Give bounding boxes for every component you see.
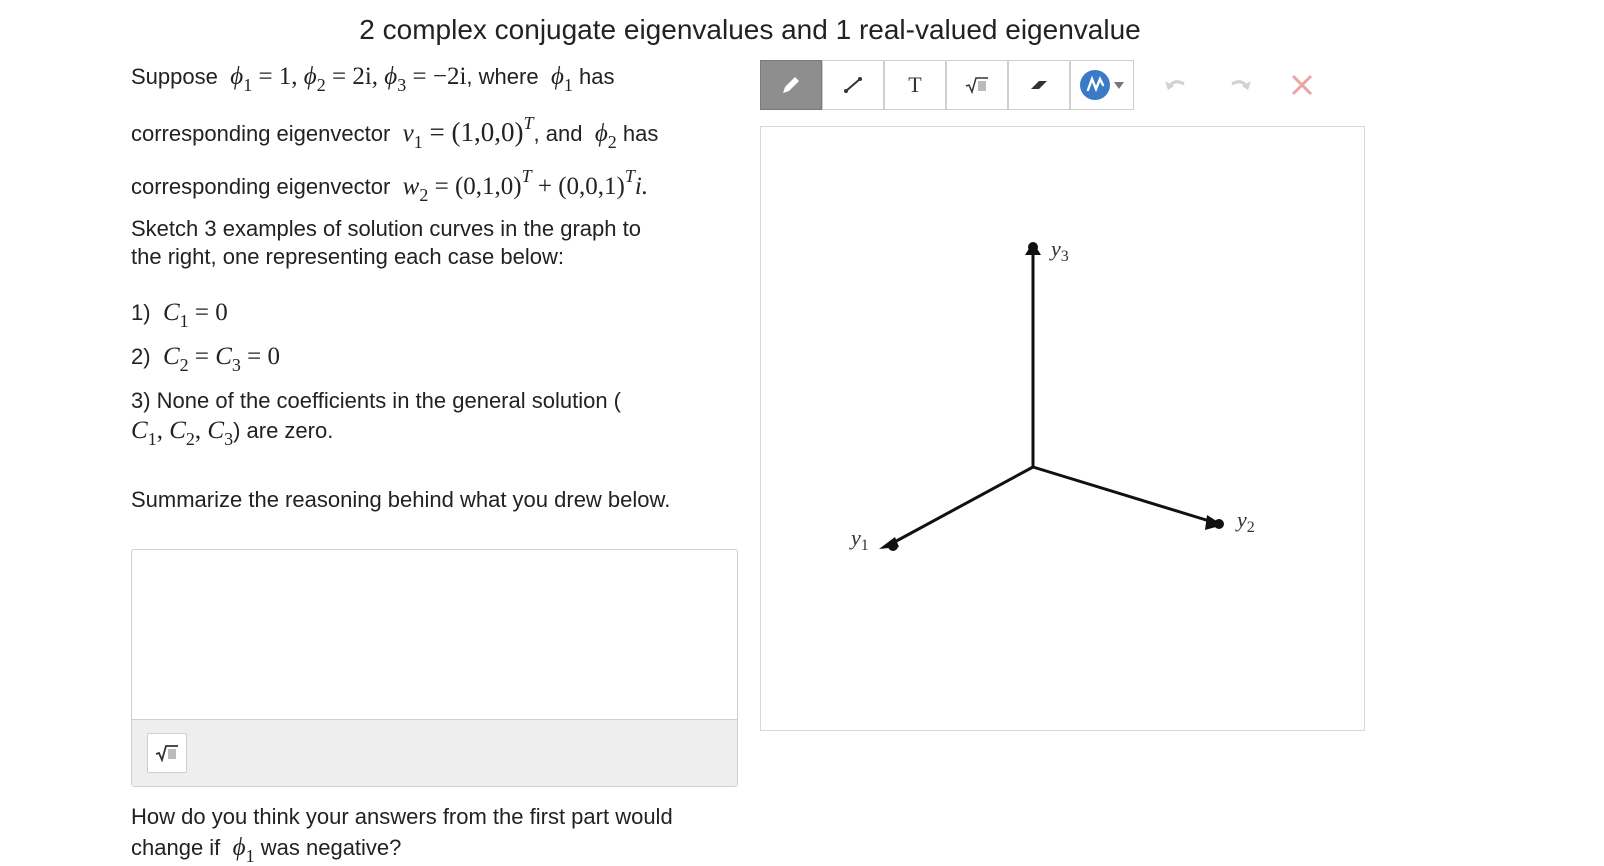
undo-button[interactable] — [1160, 70, 1190, 100]
phi-values: ϕ1 = 1, ϕ2 = 2i, ϕ3 = −2i — [230, 63, 467, 95]
y3-axis-dot — [1028, 242, 1038, 252]
w2-expression: w2 = (0,1,0)T + (0,0,1)Ti. — [402, 166, 649, 205]
math-tool[interactable] — [946, 60, 1008, 110]
has-word: has — [579, 64, 615, 89]
y3-label: y3 — [1049, 236, 1069, 265]
math-editor-button[interactable] — [147, 733, 187, 773]
line-w2: corresponding eigenvector w2 = (0,1,0)T … — [131, 166, 649, 205]
summarize-prompt: Summarize the reasoning behind what you … — [131, 487, 671, 512]
color-picker-tool[interactable] — [1070, 60, 1134, 110]
clear-icon — [1291, 74, 1313, 96]
y1-axis-dot — [888, 541, 898, 551]
case-3-coeffs: C1, C2, C3) are zero. — [131, 417, 334, 449]
answer-textarea[interactable] — [131, 549, 738, 787]
y2-axis — [1032, 465, 1217, 525]
undo-icon — [1165, 80, 1185, 90]
question2-line-2: change if ϕ1 was negative? — [131, 834, 402, 866]
y2-axis-dot — [1214, 519, 1224, 529]
drawing-canvas[interactable]: y3 y2 y1 — [760, 126, 1365, 731]
text-icon: T — [908, 72, 922, 97]
corr-eigvec-label-2: corresponding eigenvector — [131, 174, 391, 199]
has2-word: has — [622, 121, 659, 146]
where-word: , where — [466, 64, 539, 89]
corr-eigvec-label: corresponding eigenvector — [131, 121, 391, 146]
text-tool[interactable]: T — [884, 60, 946, 110]
phi2-symbol: ϕ2 — [594, 120, 617, 152]
redo-button[interactable] — [1226, 70, 1256, 100]
axes-diagram: y3 y2 y1 — [849, 236, 1255, 554]
line-v1: corresponding eigenvector v1 = (1,0,0)T,… — [131, 113, 659, 152]
sketch-line-1: Sketch 3 examples of solution curves in … — [131, 216, 641, 241]
pencil-icon — [783, 77, 799, 93]
pencil-tool[interactable] — [760, 60, 822, 110]
question2-line-1: How do you think your answers from the f… — [131, 804, 673, 829]
answer-toolbar — [132, 719, 737, 786]
clear-button[interactable] — [1287, 70, 1317, 100]
redo-icon — [1231, 80, 1251, 90]
color-picker-icon — [1080, 70, 1124, 100]
line-icon — [844, 77, 862, 93]
case-2: 2) C2 = C3 = 0 — [131, 343, 281, 375]
line-suppose: Suppose ϕ1 = 1, ϕ2 = 2i, ϕ3 = −2i, where… — [131, 62, 615, 95]
sketch-line-2: the right, one representing each case be… — [131, 244, 564, 269]
sqrt-icon — [965, 77, 988, 94]
eraser-icon — [1031, 81, 1047, 89]
page-title: 2 complex conjugate eigenvalues and 1 re… — [359, 14, 1141, 45]
y1-label: y1 — [849, 525, 869, 554]
eraser-tool[interactable] — [1008, 60, 1070, 110]
and-word: , and — [533, 121, 583, 146]
line-tool[interactable] — [822, 60, 884, 110]
suppose-word: Suppose — [131, 64, 218, 89]
v1-expression: v1 = (1,0,0)T — [402, 113, 534, 152]
sqrt-icon — [155, 745, 178, 762]
case-1: 1) C1 = 0 — [131, 299, 228, 331]
y2-label: y2 — [1235, 507, 1255, 536]
phi1-symbol: ϕ1 — [550, 63, 573, 95]
y1-axis — [888, 465, 1034, 547]
case-3: 3) None of the coefficients in the gener… — [131, 388, 622, 413]
